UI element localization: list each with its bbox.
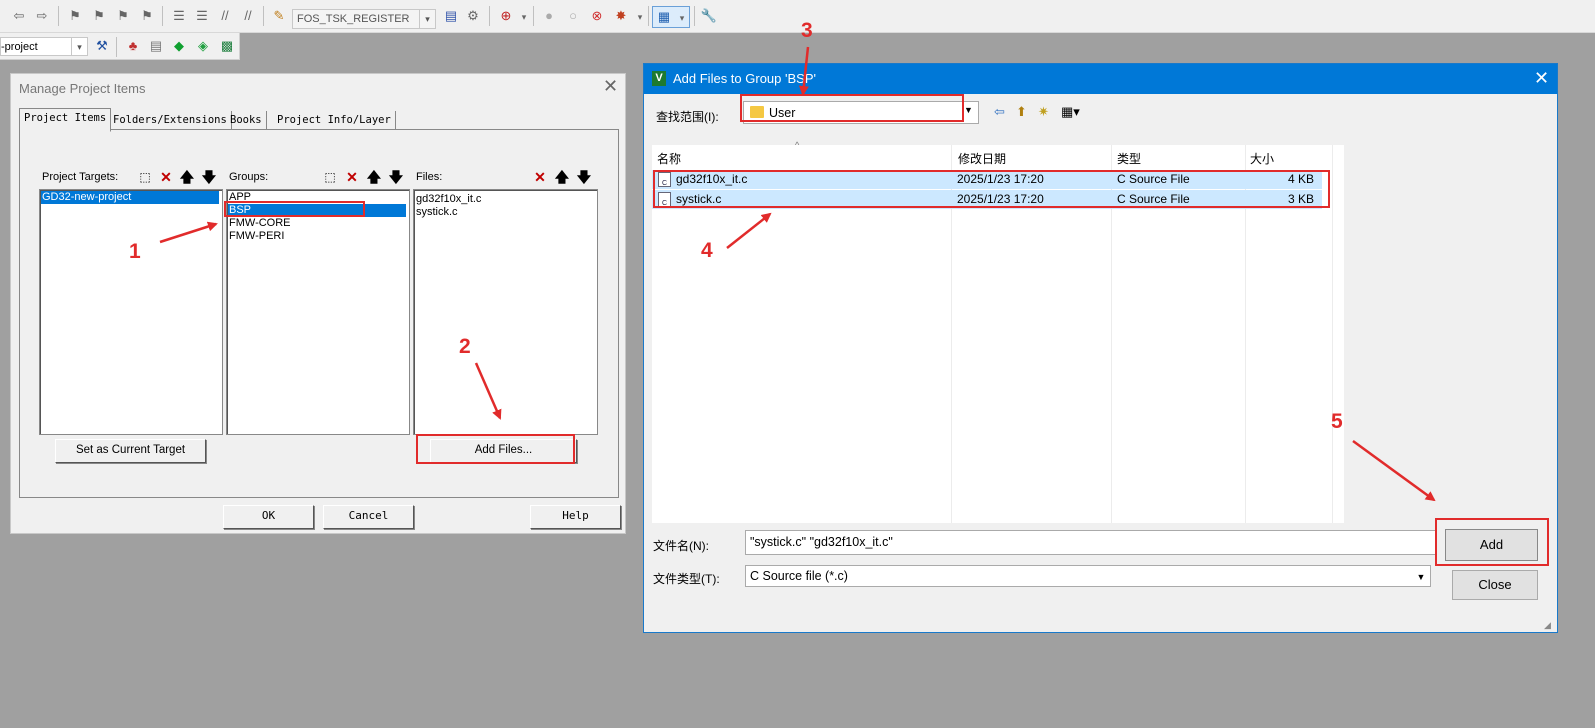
arrow-5 [1352,439,1436,502]
arrow-2 [474,362,502,420]
annotation-arrows [159,46,1436,502]
arrow-4 [726,212,772,249]
arrow-1 [159,221,218,244]
arrow-3 [798,46,810,96]
